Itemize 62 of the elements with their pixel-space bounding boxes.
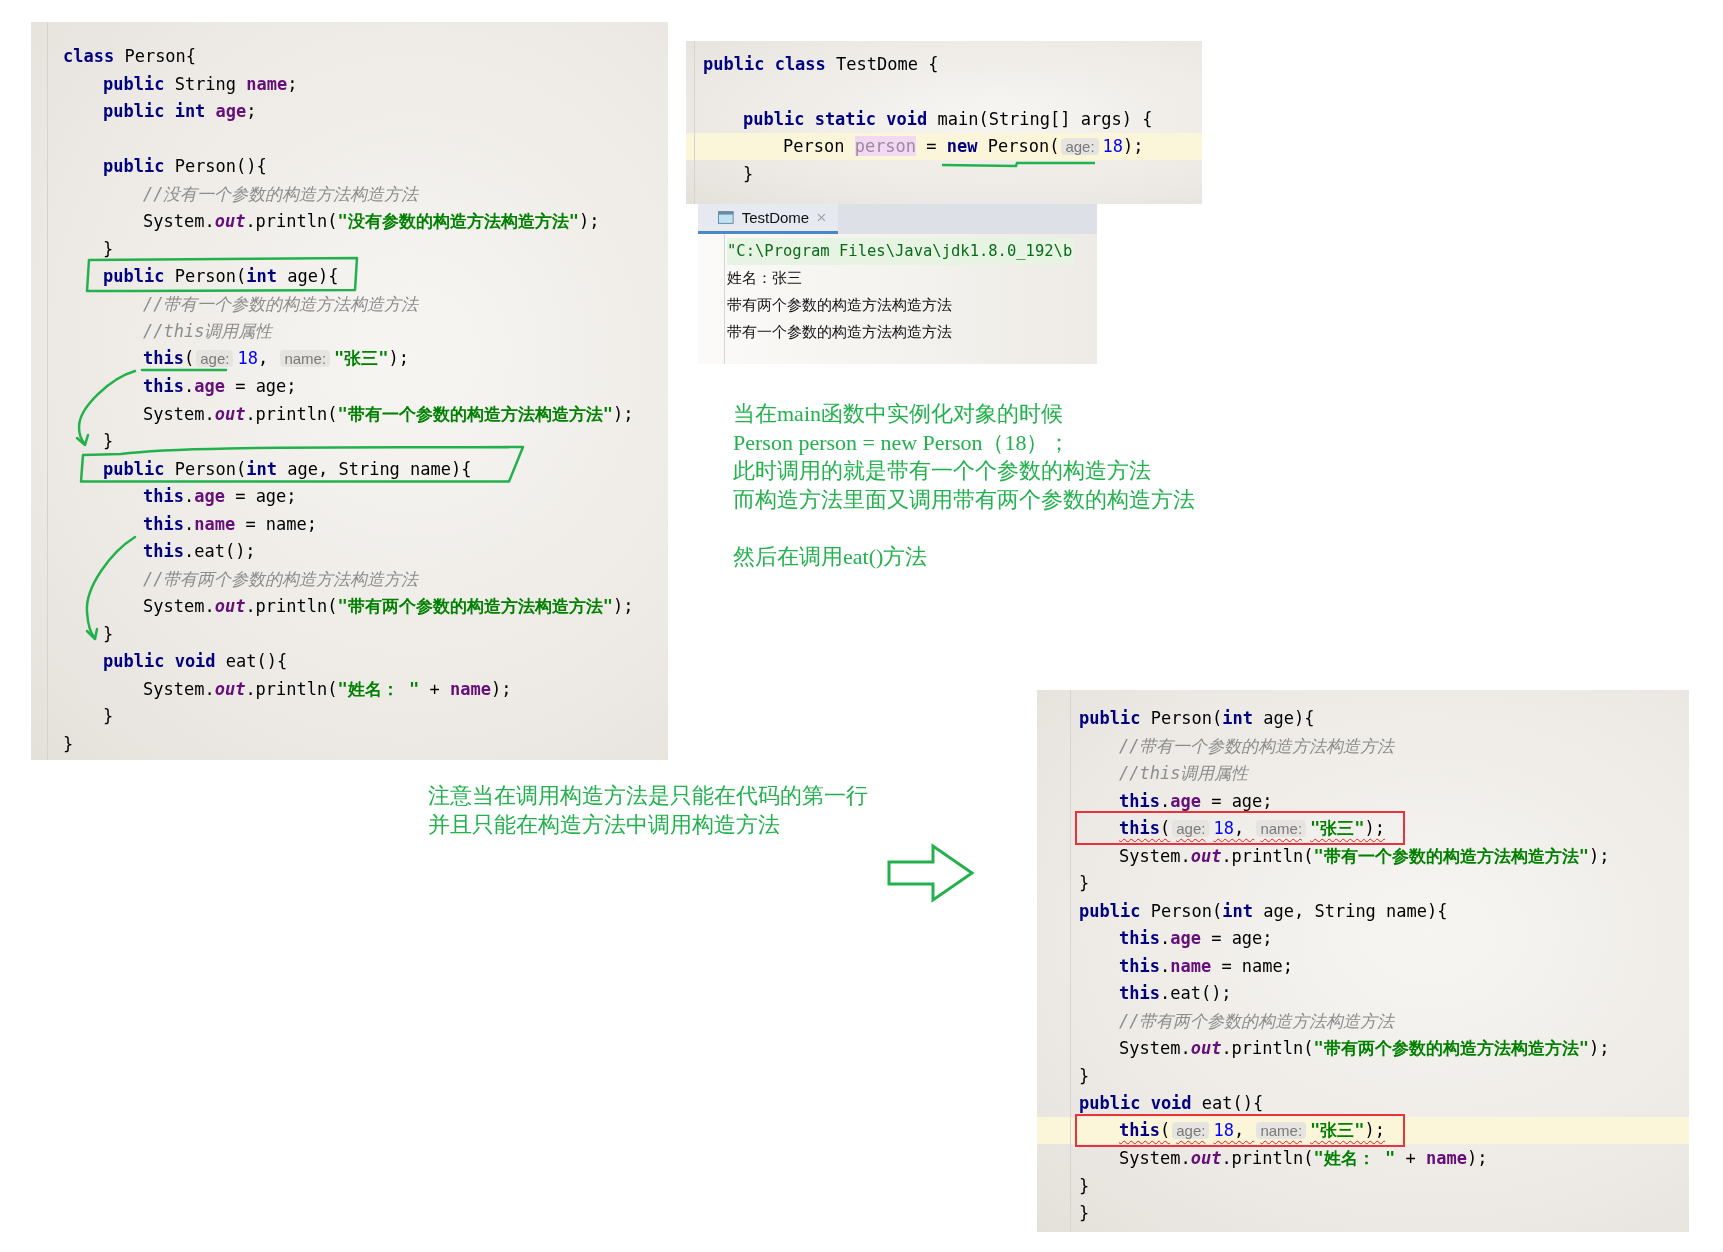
code-line: public Person(int age, String name){ (1079, 900, 1448, 921)
console-output-line: 带有两个参数的构造方法构造方法 (727, 295, 953, 316)
code-line: //this调用属性 (143, 321, 273, 341)
console-icon (718, 211, 734, 224)
code-line: //带有两个参数的构造方法构造方法 (143, 568, 419, 589)
code-line: public Person(int age, String name){ (103, 458, 472, 479)
code-line: this.age = age; (1119, 928, 1273, 948)
annotation-text: 然后在调用eat()方法 (733, 543, 929, 571)
annotation-text: 并且只能在构造方法中调用构造方法 (428, 810, 781, 839)
code-line: } (743, 164, 754, 184)
code-line: } (103, 431, 114, 451)
code-line: this.eat(); (1119, 983, 1232, 1003)
code-line: public String name; (103, 73, 298, 94)
code-line: public void eat(){ (103, 651, 288, 671)
annotation-text: 当在main函数中实例化对象的时候 (733, 400, 1064, 428)
code-line: System.out.println("带有一个参数的构造方法构造方法"); (143, 403, 634, 424)
code-line: System.out.println("带有两个参数的构造方法构造方法"); (143, 596, 634, 616)
code-line: } (1079, 1065, 1090, 1086)
code-line: public void eat(){ (1079, 1093, 1264, 1113)
annotation-text: 而构造方法里面又调用带有两个参数的构造方法 (733, 485, 1195, 514)
code-line: } (103, 238, 114, 259)
code-line: public static void main(String[] args) { (743, 109, 1153, 129)
code-line: //没有一个参数的构造方法构造方法 (143, 183, 419, 204)
code-line: System.out.println("没有参数的构造方法构造方法"); (143, 211, 600, 231)
code-line: class Person{ (63, 46, 197, 66)
code-line: public Person(int age){ (1079, 708, 1315, 728)
code-line: this( age: 18, name: "张三"); (1119, 817, 1386, 839)
code-line: } (103, 623, 114, 644)
code-line: public class TestDome { (703, 54, 939, 74)
code-line: this.name = name; (1119, 955, 1294, 976)
code-line: } (1079, 1203, 1090, 1223)
code-line: this.age = age; (1119, 790, 1273, 811)
code-line: System.out.println("带有两个参数的构造方法构造方法"); (1119, 1038, 1610, 1058)
code-line: } (103, 706, 114, 726)
annotation-text: 此时调用的就是带有一个个参数的构造方法 (733, 457, 1152, 485)
console-output-line: 带有一个参数的构造方法构造方法 (727, 322, 953, 343)
code-line: //this调用属性 (1119, 763, 1249, 783)
code-line: public Person(){ (103, 156, 267, 176)
code-line: public Person(int age){ (103, 266, 339, 286)
code-line: //带有一个参数的构造方法构造方法 (143, 293, 419, 314)
code-line: Person person = new Person( age: 18); (783, 136, 1144, 157)
code-line: public int age; (103, 101, 257, 121)
code-line: } (63, 733, 74, 754)
code-line: //带有一个参数的构造方法构造方法 (1119, 735, 1395, 756)
code-line: } (1079, 873, 1090, 893)
code-line: this.name = name; (143, 513, 318, 534)
annotation-text: 注意当在调用构造方法是只能在代码的第一行 (428, 782, 869, 810)
code-line: this( age: 18, name: "张三"); (143, 348, 410, 369)
code-line: this.age = age; (143, 376, 297, 396)
code-line: //带有两个参数的构造方法构造方法 (1119, 1010, 1395, 1031)
code-line: } (1079, 1175, 1090, 1196)
code-line: this.age = age; (143, 486, 297, 506)
code-line: this.eat(); (143, 541, 256, 561)
code-line: System.out.println("带有一个参数的构造方法构造方法"); (1119, 845, 1610, 866)
console-output-line: 姓名：张三 (727, 268, 803, 289)
annotation-text: Person person = new Person（18）； (733, 428, 1072, 457)
code-line: this( age: 18, name: "张三"); (1119, 1120, 1386, 1141)
close-icon[interactable] (817, 213, 826, 222)
code-line: System.out.println("姓名： " + name); (1119, 1148, 1488, 1168)
code-line: System.out.println("姓名： " + name); (143, 678, 512, 699)
console-tab[interactable]: TestDome (698, 204, 838, 234)
tab-label: TestDome (741, 209, 810, 226)
